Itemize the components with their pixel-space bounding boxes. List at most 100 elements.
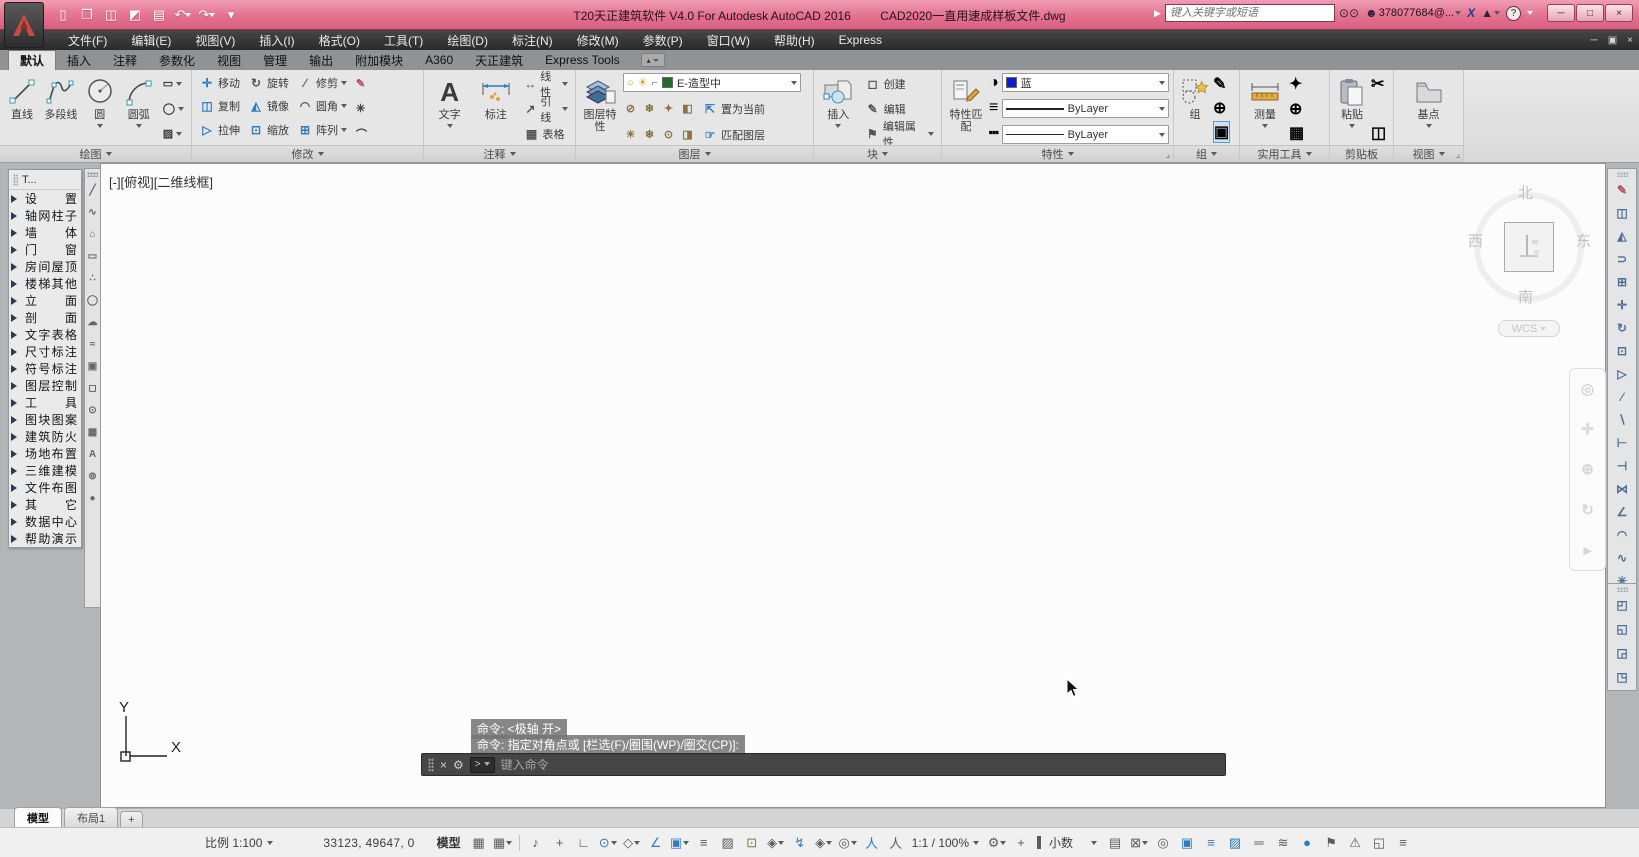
join-icon[interactable]: ⌒ [353,124,370,143]
scale-button[interactable]: ⊡缩放 [245,120,292,139]
palette-item-section[interactable]: 剖面 [9,309,81,326]
menu-modify[interactable]: 修改(M) [565,30,631,50]
maximize-button[interactable]: □ [1576,4,1604,22]
transparency-icon[interactable]: ▨ [720,835,736,851]
group-button[interactable]: 组 [1178,73,1212,144]
panel-label-clipboard[interactable]: 剪贴板 [1330,145,1393,162]
tab-a360[interactable]: A360 [414,50,464,70]
tarch-dot-icon[interactable]: ● [86,491,100,505]
linetype-list-icon[interactable]: ┅ [989,123,999,143]
palette-item-door-window[interactable]: 门窗 [9,241,81,258]
viewcube-east[interactable]: 东 [1576,230,1591,251]
drawing-canvas[interactable]: [-][俯视][二维线框] 北 西 东 南 WCS ◎✛⊕↻▸ [100,163,1606,808]
tarch-ellipse-tool-icon[interactable]: ⊙ [86,403,100,417]
scale-dropdown[interactable]: 比例 1:100 [205,834,273,851]
dynamic-ucs-icon[interactable]: ↯ [792,835,808,851]
erase-icon[interactable]: ✎ [1612,181,1632,199]
rotate-button[interactable]: ↻旋转 [245,73,292,92]
panel-label-utilities[interactable]: 实用工具 [1240,145,1329,162]
tab-layout1[interactable]: 布局1 [64,807,118,827]
paste-button[interactable]: 粘贴 [1334,73,1370,144]
units-dropdown[interactable]: 小数 [1049,834,1097,851]
copy-clip-icon[interactable]: ◫ [1371,123,1386,143]
selection-cycling-icon[interactable]: ⊡ [744,835,760,851]
break-at-point-icon[interactable]: ⊢ [1612,434,1632,452]
panel-label-properties[interactable]: 特性 [942,145,1173,162]
base-point-button[interactable]: 基点 [1407,73,1451,144]
send-to-back-icon[interactable]: ◱ [1612,620,1632,638]
snap-mode-icon[interactable]: ▦ [495,835,511,851]
match-properties-button[interactable]: 特性匹配 [946,73,986,144]
palette-item-site-layout[interactable]: 场地布置 [9,445,81,462]
palette-item-file-layout[interactable]: 文件布图 [9,479,81,496]
ortho-mode-icon[interactable]: ∟ [576,835,592,850]
trim-icon[interactable]: ∕ [1612,388,1632,406]
palette-item-tools[interactable]: 工具 [9,394,81,411]
gizmo-icon[interactable]: ◎ [840,835,856,851]
steering-wheel-icon[interactable]: ◎ [1581,380,1594,398]
panel-label-view[interactable]: 视图 [1394,145,1463,162]
object-color-dropdown[interactable]: 蓝 [1002,73,1169,92]
tarch-rectangle-tool-icon[interactable]: ▭ [86,249,100,263]
command-customize-wrench-icon[interactable]: ⚙ [453,758,464,772]
graphics-performance-icon[interactable]: ● [1299,835,1315,850]
insert-block-button[interactable]: 插入 [818,73,859,144]
palette-item-room-roof[interactable]: 房间屋顶 [9,258,81,275]
trim-button[interactable]: ∕修剪 [294,73,350,92]
explode-icon[interactable]: ✳ [353,99,370,118]
palette-item-block-pattern[interactable]: 图块图案 [9,411,81,428]
smooth-lines-icon[interactable]: ≋ [1275,835,1291,851]
group-selection-toggle-icon[interactable]: ▣ [1213,121,1230,143]
showmotion-icon[interactable]: ▸ [1584,541,1592,559]
ribbon-minimize-icon[interactable]: ▴ [641,53,665,67]
color-wheel-icon[interactable]: ◑ [989,74,999,92]
palette-item-elevation[interactable]: 立面 [9,292,81,309]
menu-file[interactable]: 文件(F) [56,30,119,50]
annotation-scale-button[interactable]: 1:1 / 100% [912,836,979,850]
isolate-objects-icon[interactable]: ◎ [1155,835,1171,851]
viewport-controls[interactable]: [-][俯视][二维线框] [109,172,213,191]
lock-ui-icon[interactable]: ⊠ [1131,835,1147,851]
properties-dialog-launcher-icon[interactable]: ⌟ [1166,149,1170,160]
menu-view[interactable]: 视图(V) [183,30,247,50]
tab-insert[interactable]: 插入 [56,50,102,70]
break-icon[interactable]: ⊣ [1612,457,1632,475]
grid-display-icon[interactable]: ▦ [471,835,487,851]
selection-highlight-icon[interactable]: ▣ [1179,835,1195,851]
tarch-points-tool-icon[interactable]: ∴ [86,271,100,285]
viewcube-south[interactable]: 南 [1518,286,1533,307]
layer-isolate-icon[interactable]: ⊙ [661,128,676,141]
object-snap-tracking-icon[interactable]: ∠ [648,835,664,851]
rotate-icon[interactable]: ↻ [1612,319,1632,337]
menu-insert[interactable]: 插入(I) [247,30,306,50]
tab-view[interactable]: 视图 [206,50,252,70]
layer-freeze-icon[interactable]: ❄ [642,102,657,115]
set-current-layer-button[interactable]: ⇱置为当前 [699,99,768,118]
pan-icon[interactable]: ✛ [1581,420,1594,438]
extend-icon[interactable]: ∖ [1612,411,1632,429]
cut-icon[interactable]: ✂ [1371,74,1386,94]
panel-label-modify[interactable]: 修改 [192,145,423,162]
help-search-input[interactable] [1165,4,1335,22]
view-dialog-launcher-icon[interactable]: ⌟ [1456,149,1460,160]
tarch-palette-title[interactable]: T... [9,170,81,190]
palette-item-stairs-other[interactable]: 楼梯其他 [9,275,81,292]
menu-format[interactable]: 格式(O) [307,30,372,50]
quick-select-icon[interactable]: ✦ [1289,74,1304,94]
model-space-button[interactable]: 模型 [437,834,461,851]
layer-lock-icon[interactable]: ◧ [680,102,695,115]
linetype-dropdown[interactable]: ByLayer [1002,125,1169,144]
quick-properties-icon[interactable]: ▤ [1107,835,1123,851]
tab-annotate[interactable]: 注释 [102,50,148,70]
viewcube-top-face[interactable] [1504,222,1554,272]
tarch-circle-tool-icon[interactable]: ◯ [86,293,100,307]
scale-icon[interactable]: ⊡ [1612,342,1632,360]
command-close-icon[interactable]: × [440,758,447,772]
dynamic-input-icon[interactable]: + [552,835,568,850]
line-button[interactable]: 直线 [4,73,40,144]
tarch-region-tool-icon[interactable]: ▣ [86,359,100,373]
tab-output[interactable]: 输出 [298,50,344,70]
minimize-button[interactable]: ─ [1547,4,1575,22]
viewcube-north[interactable]: 北 [1518,182,1533,203]
help-icon[interactable]: ? [1506,6,1521,21]
